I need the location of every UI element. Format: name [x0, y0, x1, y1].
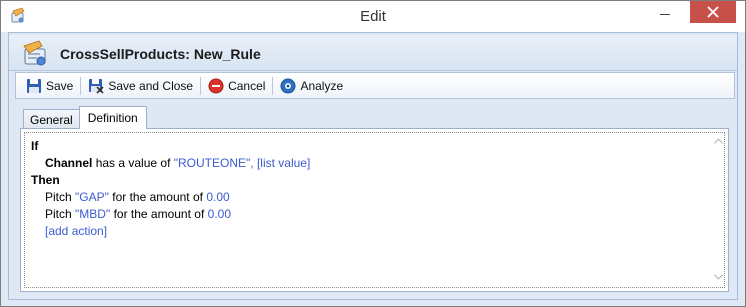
action-line: Pitch "GAP" for the amount of 0.00	[31, 189, 724, 206]
analyze-button[interactable]: Analyze	[276, 75, 347, 97]
toolbar: Save Save and Close Cancel Analyze	[15, 72, 735, 99]
cancel-label: Cancel	[228, 78, 266, 93]
action-amount[interactable]: 0.00	[206, 190, 229, 204]
vertical-scrollbar[interactable]	[711, 133, 725, 285]
tab-strip: General Definition	[23, 106, 147, 129]
save-close-icon	[89, 78, 104, 94]
action-prefix[interactable]: Pitch	[45, 207, 72, 221]
if-keyword: If	[31, 139, 39, 153]
action-prefix[interactable]: Pitch	[45, 190, 72, 204]
add-action-link[interactable]: [add action]	[45, 224, 107, 238]
scroll-up-arrow-icon[interactable]	[711, 135, 725, 147]
action-value[interactable]: "GAP"	[75, 190, 109, 204]
cancel-icon	[208, 78, 224, 93]
add-action-line: [add action]	[31, 223, 724, 240]
save-label: Save	[46, 78, 74, 93]
action-middle[interactable]: for the amount of	[112, 190, 203, 204]
then-line: Then	[31, 172, 724, 189]
page-title: CrossSellProducts: New_Rule	[60, 46, 261, 62]
toolbar-separator	[272, 76, 274, 95]
rule-header: CrossSellProducts: New_Rule	[9, 35, 737, 71]
cancel-button[interactable]: Cancel	[204, 75, 269, 97]
action-line: Pitch "MBD" for the amount of 0.00	[31, 206, 724, 223]
minimize-icon	[660, 13, 670, 15]
save-button[interactable]: Save	[22, 75, 77, 97]
close-icon	[707, 6, 719, 18]
edit-window: Edit CrossSellProducts: New_Rule Save Sa…	[0, 0, 746, 307]
action-amount[interactable]: 0.00	[208, 207, 231, 221]
condition-field[interactable]: Channel	[45, 156, 92, 170]
condition-operator[interactable]: has a value of	[96, 156, 171, 170]
condition-value[interactable]: "ROUTEONE",	[174, 156, 254, 170]
toolbar-separator	[80, 76, 82, 95]
minimize-button[interactable]	[642, 1, 688, 25]
analyze-icon	[280, 78, 296, 93]
close-button[interactable]	[690, 1, 736, 23]
tab-general[interactable]: General	[23, 109, 80, 129]
action-value[interactable]: "MBD"	[75, 207, 110, 221]
list-value-link[interactable]: [list value]	[257, 156, 310, 170]
definition-panel: If Channel has a value of "ROUTEONE", [l…	[20, 128, 729, 292]
action-middle[interactable]: for the amount of	[114, 207, 205, 221]
floppy-disk-icon	[27, 78, 41, 93]
save-and-close-label: Save and Close	[108, 78, 194, 93]
toolbar-separator	[200, 76, 202, 95]
tab-definition[interactable]: Definition	[78, 106, 147, 129]
scroll-down-arrow-icon[interactable]	[711, 271, 725, 283]
title-bar[interactable]: Edit	[1, 1, 745, 32]
if-line: If	[31, 138, 724, 155]
condition-line: Channel has a value of "ROUTEONE", [list…	[31, 155, 724, 172]
rule-document-icon	[23, 40, 46, 66]
rule-editor[interactable]: If Channel has a value of "ROUTEONE", [l…	[24, 132, 725, 288]
then-keyword: Then	[31, 173, 60, 187]
save-and-close-button[interactable]: Save and Close	[84, 75, 197, 97]
window-title: Edit	[360, 8, 386, 25]
analyze-label: Analyze	[300, 78, 344, 93]
